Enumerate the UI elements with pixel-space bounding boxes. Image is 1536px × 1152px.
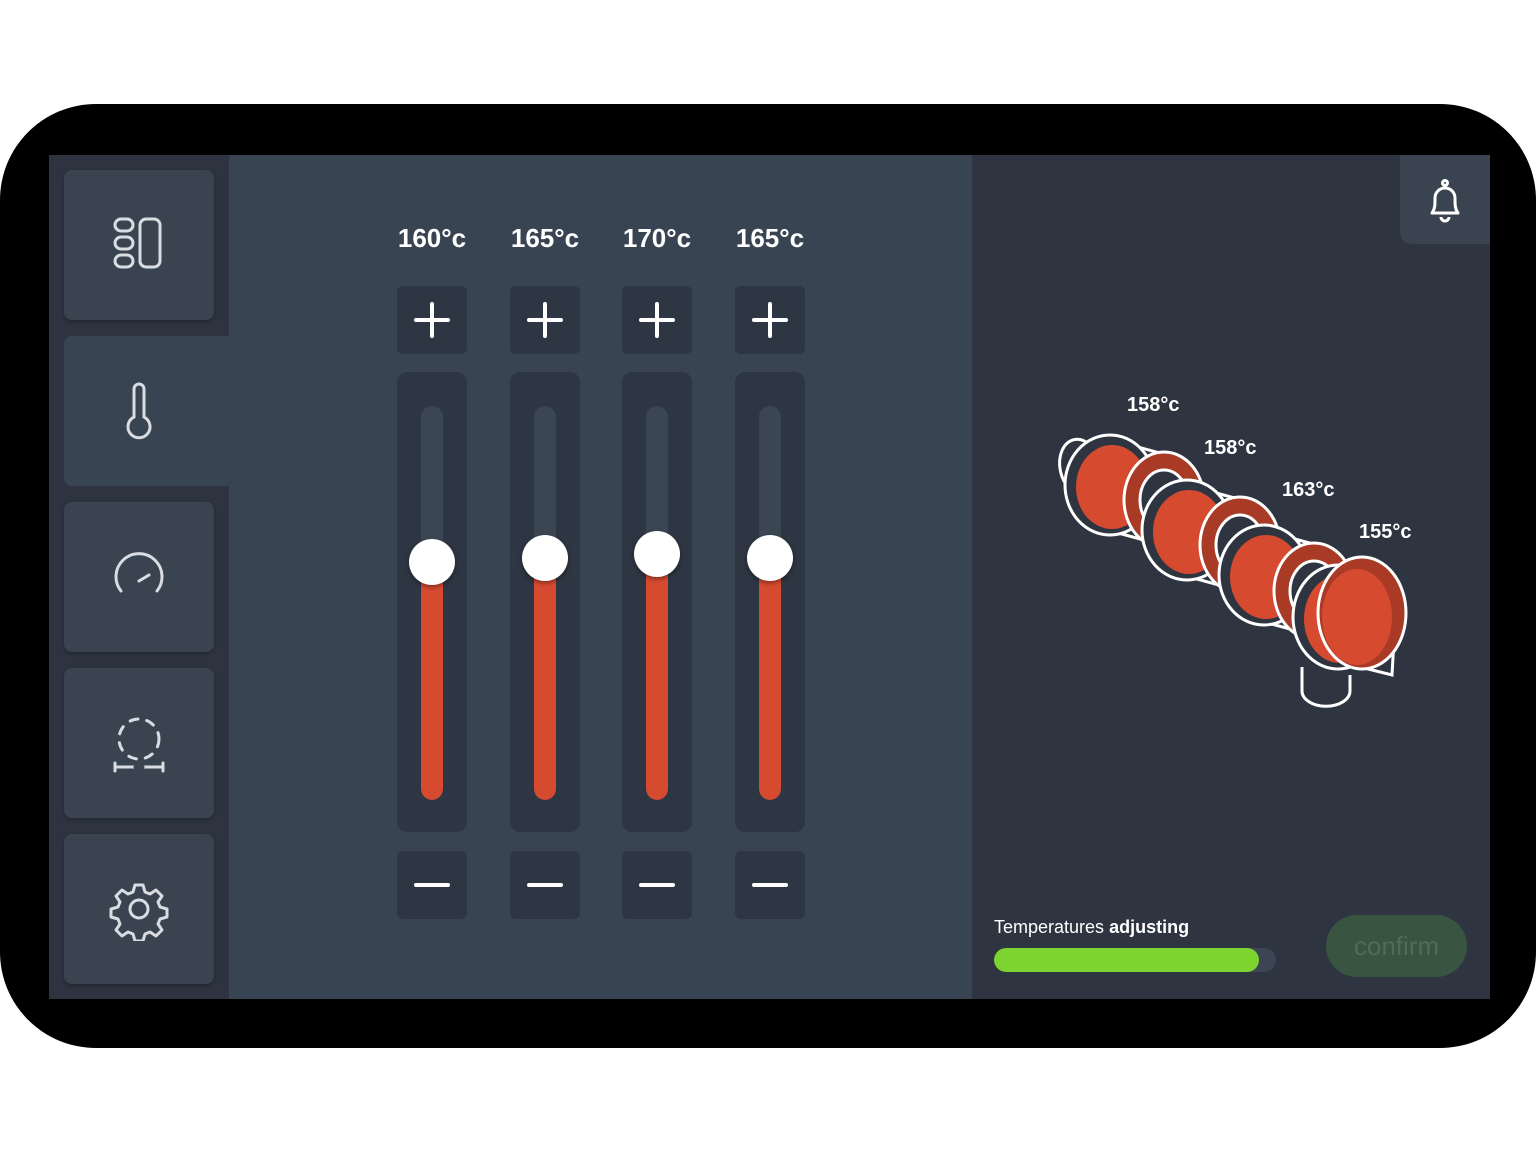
minus-icon (639, 883, 675, 887)
slider[interactable] (397, 372, 467, 832)
slider-track (421, 406, 443, 800)
zone-control-3: 170°c (622, 155, 692, 999)
increase-button[interactable] (397, 286, 467, 354)
plus-icon (414, 302, 450, 338)
progress-bar (994, 948, 1276, 972)
zone-control-2: 165°c (510, 155, 580, 999)
minus-icon (414, 883, 450, 887)
decrease-button[interactable] (510, 851, 580, 919)
slider-knob[interactable] (409, 538, 455, 585)
status-state: adjusting (1109, 917, 1190, 937)
zone-control-1: 160°c (397, 155, 467, 999)
slider-track (759, 406, 781, 800)
layout-panels-icon (113, 217, 162, 269)
zone-setpoint: 165°c (510, 223, 580, 253)
slider[interactable] (735, 372, 805, 832)
heater-reading-2: 158°c (1204, 437, 1257, 459)
status-text: Temperatures adjusting (994, 917, 1189, 938)
plus-icon (639, 302, 675, 338)
slider-track (646, 406, 668, 800)
slider[interactable] (510, 372, 580, 832)
zone-control-4: 165°c (735, 155, 805, 999)
slider-knob[interactable] (747, 534, 793, 581)
slider-track (534, 406, 556, 800)
confirm-button[interactable]: confirm (1326, 915, 1467, 977)
heater-status-panel: 158°c 158°c 163°c 155°c Temperatures adj… (972, 155, 1490, 999)
feed-throat (1300, 667, 1352, 708)
sidebar-item-dashboard[interactable] (64, 170, 214, 320)
progress-fill (994, 948, 1260, 972)
sidebar-item-measure[interactable] (64, 668, 214, 818)
app-screen: 160°c 165°c 170°c 165°c 158°c 158°c 163°… (49, 155, 1490, 999)
decrease-button[interactable] (735, 851, 805, 919)
slider-knob[interactable] (634, 530, 680, 577)
heater-band-4 (1291, 555, 1408, 677)
sidebar (49, 155, 229, 999)
minus-icon (527, 883, 563, 887)
gear-icon (109, 883, 169, 941)
plus-icon (527, 302, 563, 338)
gauge-icon (114, 552, 164, 593)
sidebar-item-speed[interactable] (64, 502, 214, 652)
zone-setpoint: 170°c (622, 223, 692, 253)
status-prefix: Temperatures (994, 917, 1110, 937)
increase-button[interactable] (735, 286, 805, 354)
slider-fill (646, 553, 668, 800)
thermometer-icon (126, 382, 152, 440)
heater-reading-1: 158°c (1127, 394, 1180, 416)
slider[interactable] (622, 372, 692, 832)
zone-setpoint: 165°c (735, 223, 805, 253)
increase-button[interactable] (510, 286, 580, 354)
barrel-heater-diagram (1058, 433, 1408, 708)
slider-fill (421, 561, 443, 800)
heater-reading-4: 155°c (1359, 521, 1412, 543)
slider-fill (759, 557, 781, 800)
plus-icon (752, 302, 788, 338)
increase-button[interactable] (622, 286, 692, 354)
zone-setpoint: 160°c (397, 223, 467, 253)
heater-reading-3: 163°c (1282, 479, 1335, 501)
decrease-button[interactable] (622, 851, 692, 919)
slider-knob[interactable] (522, 534, 568, 581)
dimensions-icon (113, 717, 165, 773)
sidebar-item-temperature[interactable] (64, 336, 229, 486)
slider-fill (534, 557, 556, 800)
decrease-button[interactable] (397, 851, 467, 919)
sidebar-item-settings[interactable] (64, 834, 214, 984)
minus-icon (752, 883, 788, 887)
